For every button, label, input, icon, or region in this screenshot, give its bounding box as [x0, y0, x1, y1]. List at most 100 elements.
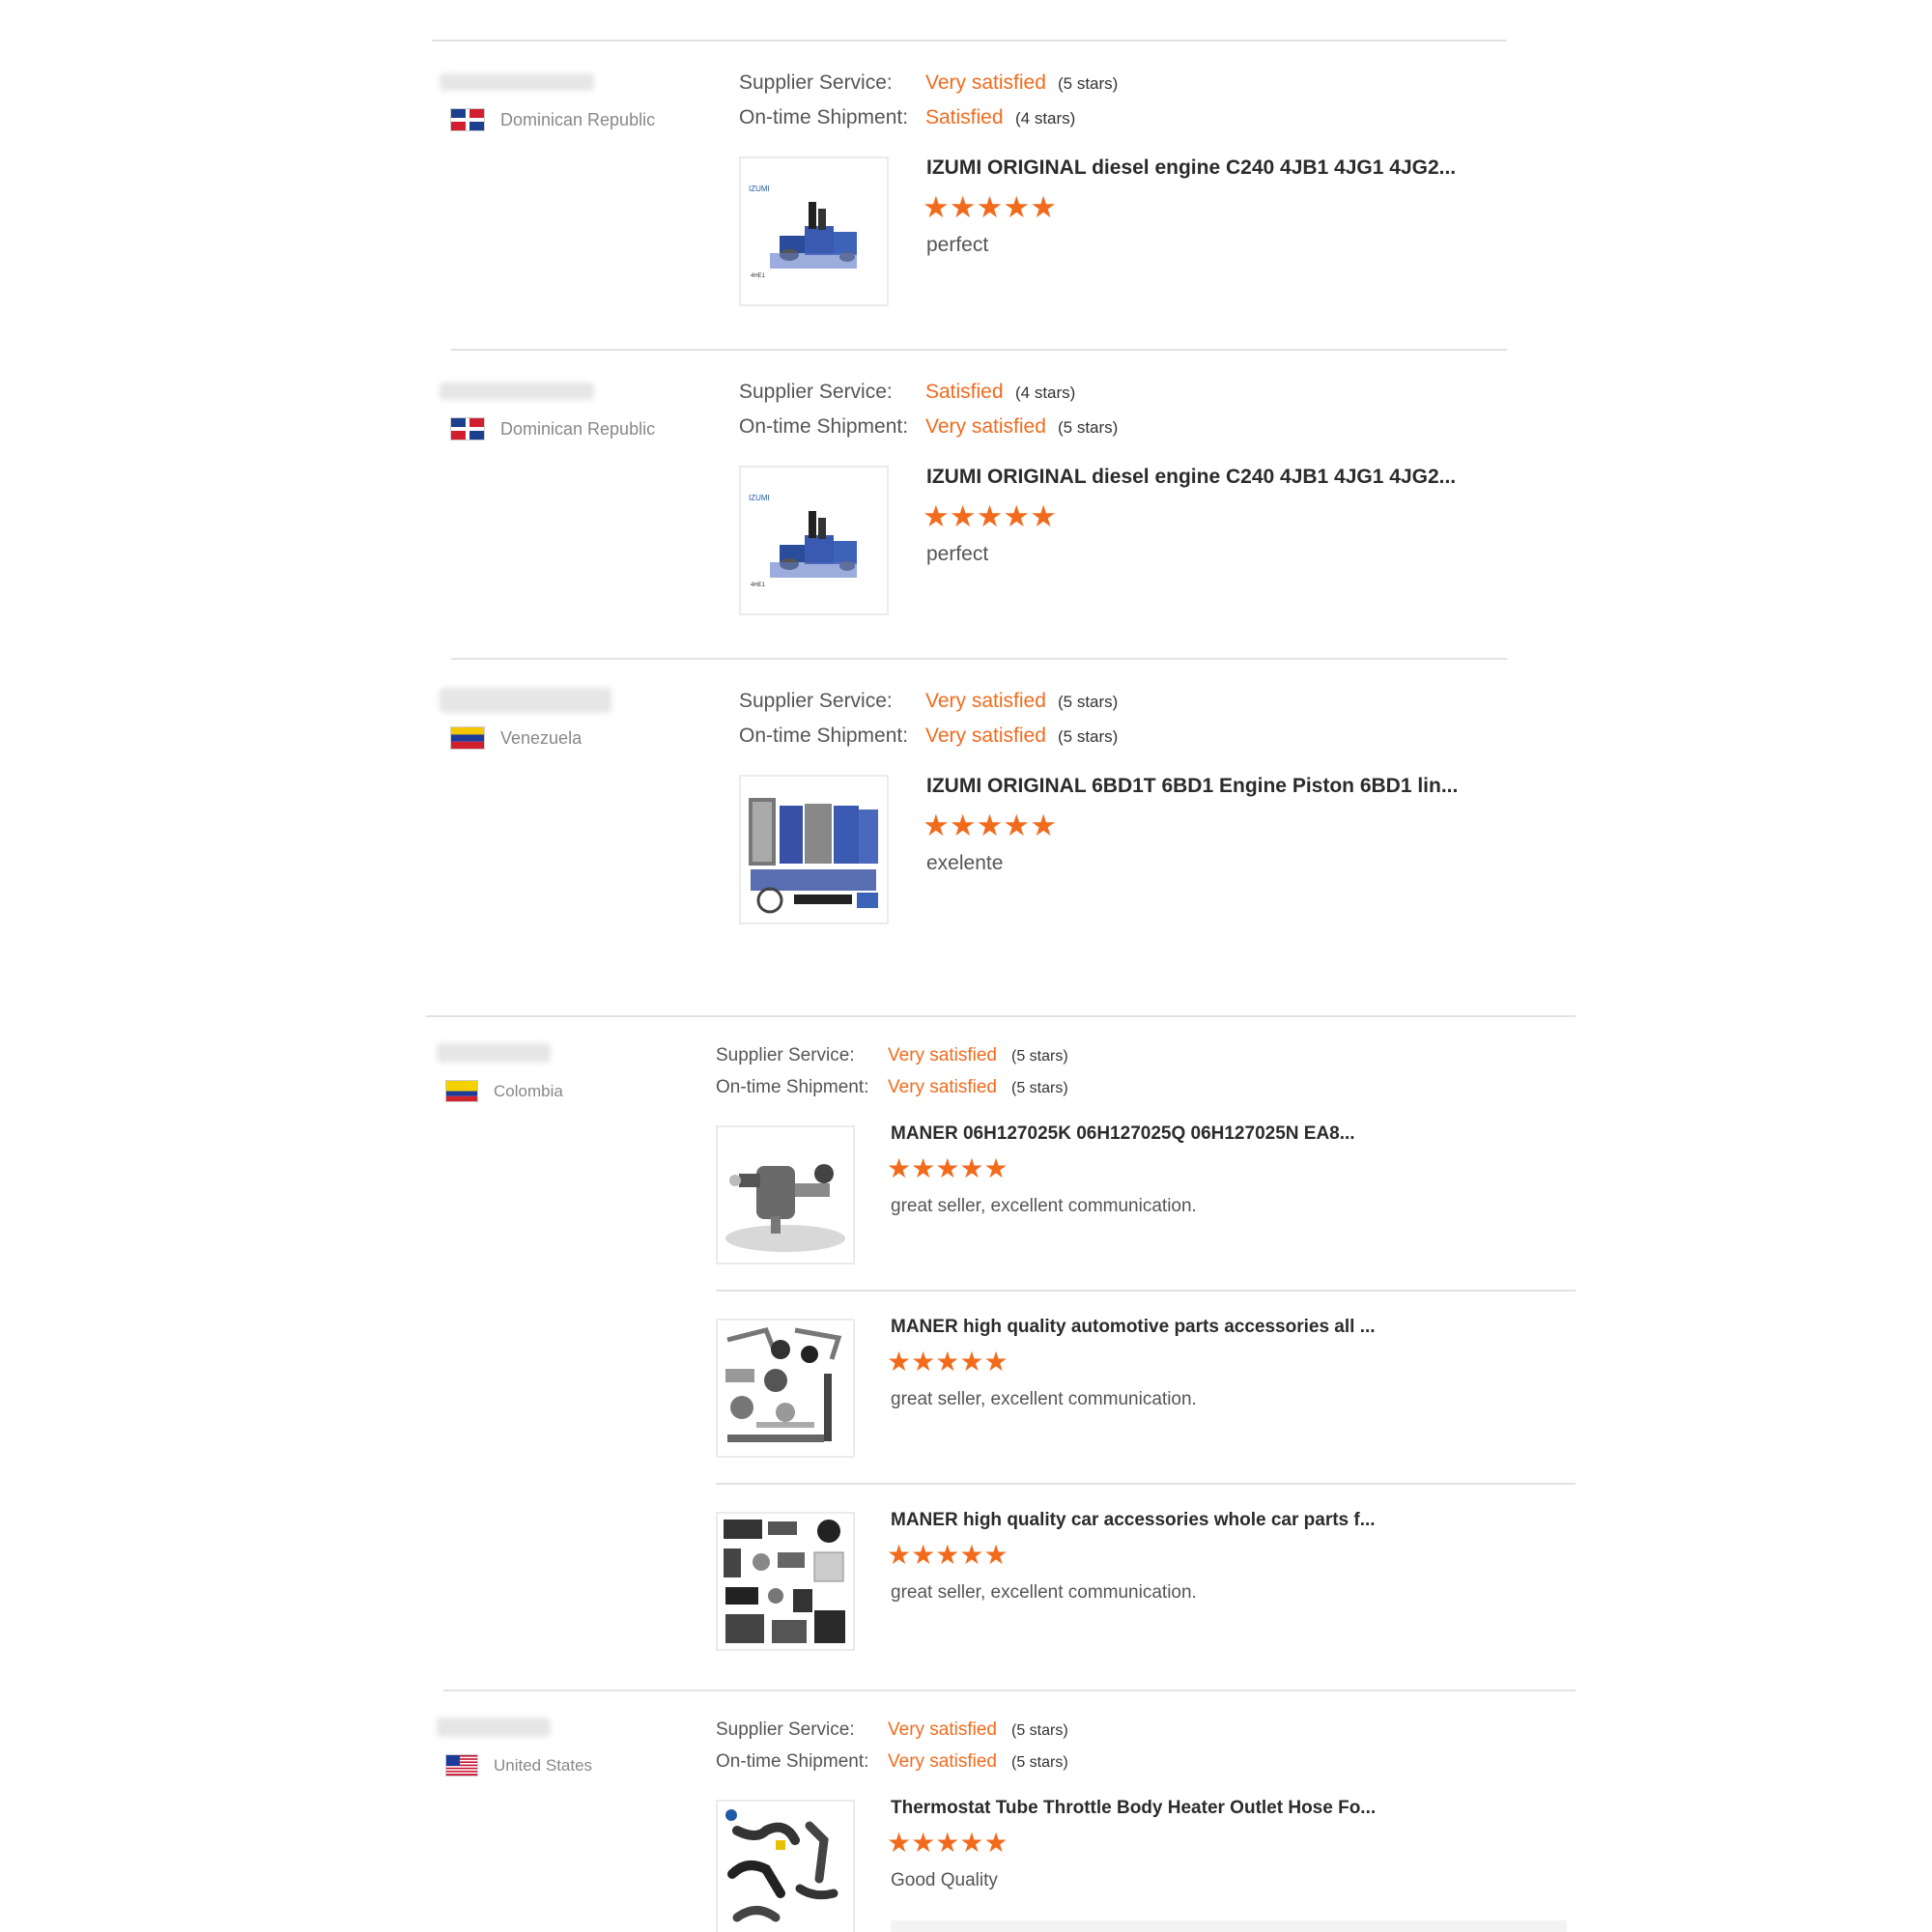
country-name: Dominican Republic [500, 109, 656, 129]
product-star-rating: ★ ★ ★ ★ ★ [923, 501, 1057, 531]
product-thumbnail[interactable]: IZUMI 4HE1 [739, 156, 889, 306]
country-name: Venezuela [500, 727, 582, 748]
on-time-shipment-rating: Very satisfied [925, 415, 1046, 438]
star-icon: ★ [1003, 499, 1031, 533]
product-title[interactable]: MANER 06H127025K 06H127025Q 06H127025N E… [891, 1123, 1355, 1145]
star-icon: ★ [923, 809, 950, 842]
on-time-shipment-stars: (4 stars) [1015, 109, 1076, 128]
product-thumbnail[interactable] [716, 1512, 855, 1651]
fuel-pump-icon [725, 1164, 845, 1252]
supplier-service-label: Supplier Service: [716, 1719, 855, 1740]
star-icon: ★ [911, 1828, 936, 1858]
review-comment: great seller, excellent communication. [891, 1196, 1197, 1216]
country-name: United States [494, 1755, 593, 1775]
divider [451, 349, 1507, 351]
star-icon: ★ [923, 499, 950, 533]
product-star-rating: ★ ★ ★ ★ ★ [923, 192, 1057, 222]
venezuela-flag-icon [450, 726, 485, 750]
product-thumbnail[interactable] [716, 1800, 855, 1932]
reviewer-name-blurred [437, 1718, 551, 1737]
on-time-shipment-rating: Very satisfied [888, 1751, 997, 1772]
on-time-shipment-rating: Very satisfied [888, 1077, 997, 1097]
star-icon: ★ [1003, 809, 1031, 842]
on-time-shipment-stars: (5 stars) [1011, 1080, 1068, 1096]
supplier-service-label: Supplier Service: [739, 71, 893, 94]
svg-text:4HE1: 4HE1 [751, 273, 766, 279]
on-time-shipment-label: On-time Shipment: [739, 106, 909, 128]
suspension-parts-icon [725, 1327, 842, 1442]
reviewer-name-blurred [440, 383, 594, 400]
product-star-rating: ★ ★ ★ ★ ★ [887, 1542, 1009, 1569]
supplier-service-stars: (5 stars) [1011, 1048, 1068, 1065]
reply-box-placeholder [891, 1920, 1567, 1932]
divider [426, 1015, 1576, 1017]
supplier-service-rating: Very satisfied [888, 1719, 997, 1740]
on-time-shipment-rating: Very satisfied [925, 724, 1046, 747]
product-star-rating: ★ ★ ★ ★ ★ [887, 1830, 1009, 1857]
product-thumbnail[interactable]: IZUMI 4HE1 [739, 466, 889, 615]
supplier-service-stars: (5 stars) [1058, 693, 1119, 711]
on-time-shipment-label: On-time Shipment: [739, 724, 909, 747]
star-icon: ★ [949, 499, 977, 533]
star-icon: ★ [976, 190, 1004, 224]
star-icon: ★ [887, 1153, 912, 1183]
on-time-shipment-stars: (5 stars) [1058, 418, 1119, 437]
supplier-service-label: Supplier Service: [739, 690, 893, 712]
divider [451, 658, 1507, 660]
star-icon: ★ [976, 809, 1004, 842]
country-name: Colombia [494, 1081, 563, 1100]
product-thumbnail[interactable] [739, 775, 889, 924]
star-icon: ★ [949, 809, 977, 842]
star-icon: ★ [887, 1347, 912, 1377]
reviewer-country: Dominican Republic [450, 417, 655, 440]
reviewer-name-blurred [437, 1043, 551, 1063]
product-title[interactable]: IZUMI ORIGINAL 6BD1T 6BD1 Engine Piston … [926, 775, 1458, 798]
review-comment: Good Quality [891, 1870, 998, 1890]
on-time-shipment-stars: (5 stars) [1011, 1754, 1068, 1771]
on-time-shipment-label: On-time Shipment: [716, 1077, 869, 1097]
product-thumbnail[interactable] [716, 1125, 855, 1264]
star-icon: ★ [959, 1347, 984, 1377]
engine-parts-kit-icon: IZUMI 4HE1 [749, 494, 857, 588]
product-star-rating: ★ ★ ★ ★ ★ [923, 810, 1057, 840]
supplier-service-label: Supplier Service: [716, 1045, 855, 1065]
review-comment: great seller, excellent communication. [891, 1389, 1197, 1409]
reviewer-country: Colombia [445, 1080, 563, 1102]
star-icon: ★ [935, 1153, 960, 1183]
star-icon: ★ [923, 190, 950, 224]
country-name: Dominican Republic [500, 418, 656, 439]
star-icon: ★ [935, 1540, 960, 1570]
product-title[interactable]: IZUMI ORIGINAL diesel engine C240 4JB1 4… [926, 466, 1456, 489]
review-comment: perfect [926, 234, 989, 256]
on-time-shipment-rating: Satisfied [925, 106, 1004, 128]
star-icon: ★ [976, 499, 1004, 533]
star-icon: ★ [887, 1828, 912, 1858]
review-comment: great seller, excellent communication. [891, 1582, 1197, 1603]
review-comment: perfect [926, 543, 989, 565]
on-time-shipment-label: On-time Shipment: [716, 1751, 869, 1772]
supplier-service-stars: (5 stars) [1011, 1722, 1068, 1739]
star-icon: ★ [959, 1828, 984, 1858]
star-icon: ★ [959, 1540, 984, 1570]
reviewer-name-blurred [440, 688, 611, 713]
product-thumbnail[interactable] [716, 1319, 855, 1458]
product-title[interactable]: IZUMI ORIGINAL diesel engine C240 4JB1 4… [926, 156, 1456, 180]
hose-pipes-icon [725, 1809, 838, 1922]
svg-text:IZUMI: IZUMI [749, 494, 770, 502]
supplier-service-rating: Very satisfied [925, 71, 1046, 94]
on-time-shipment-label: On-time Shipment: [739, 415, 909, 438]
divider [432, 40, 1507, 42]
car-parts-collection-icon [724, 1520, 845, 1643]
star-icon: ★ [983, 1540, 1009, 1570]
product-title[interactable]: MANER high quality car accessories whole… [891, 1510, 1376, 1531]
product-title[interactable]: Thermostat Tube Throttle Body Heater Out… [891, 1798, 1376, 1819]
divider [716, 1290, 1576, 1292]
star-icon: ★ [887, 1540, 912, 1570]
reviewer-country: United States [445, 1754, 592, 1776]
colombia-flag-icon [445, 1080, 478, 1102]
supplier-service-rating: Satisfied [925, 381, 1004, 403]
reviewer-country: Dominican Republic [450, 108, 655, 131]
star-icon: ★ [959, 1153, 984, 1183]
product-title[interactable]: MANER high quality automotive parts acce… [891, 1317, 1376, 1338]
star-icon: ★ [935, 1347, 960, 1377]
